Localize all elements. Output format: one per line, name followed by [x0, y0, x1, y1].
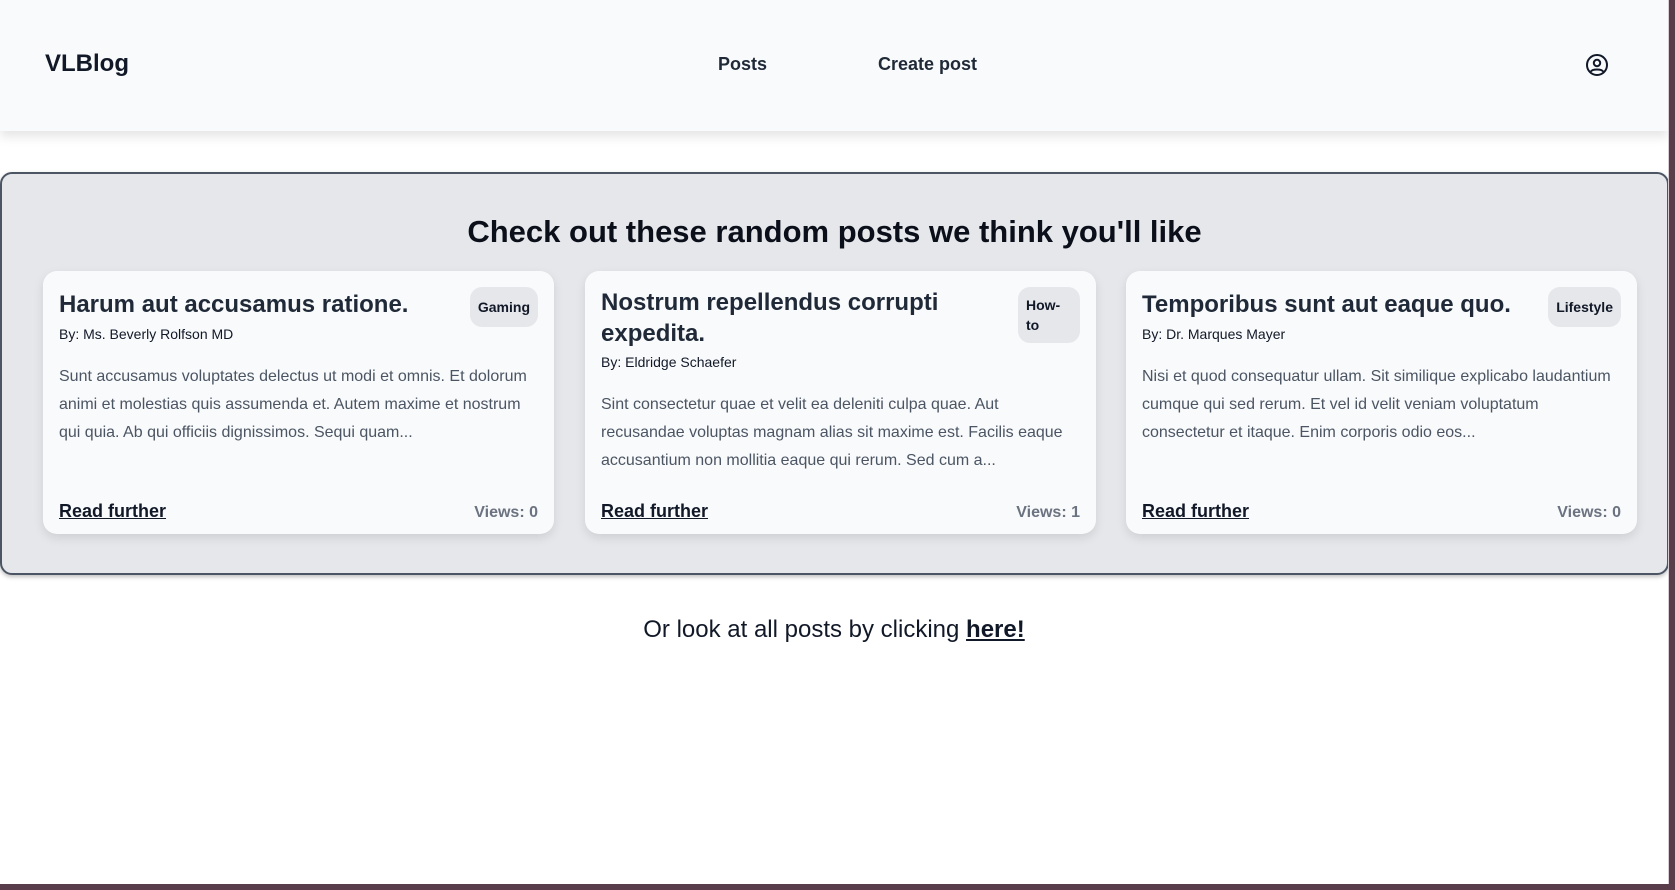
featured-section-title: Check out these random posts we think yo… — [467, 214, 1202, 249]
post-card: Nostrum repellendus corrupti expedita. H… — [585, 271, 1096, 534]
post-title: Nostrum repellendus corrupti expedita. — [601, 289, 939, 347]
post-title: Harum aut accusamus ratione. — [59, 291, 409, 318]
site-header: VLBlog Posts Create post — [0, 0, 1668, 131]
nav-create-post-link[interactable]: Create post — [878, 54, 977, 75]
post-views: Views: 0 — [1557, 504, 1621, 521]
post-views: Views: 0 — [474, 504, 538, 521]
post-card: Temporibus sunt aut eaque quo. Lifestyle… — [1126, 271, 1637, 534]
read-further-link[interactable]: Read further — [601, 501, 708, 522]
user-circle-icon[interactable] — [1585, 53, 1609, 77]
all-posts-link[interactable]: here! — [966, 616, 1025, 643]
browser-window: VLBlog Posts Create post Check out these… — [0, 0, 1669, 884]
brand-logo[interactable]: VLBlog — [45, 50, 129, 78]
category-badge: Lifestyle — [1548, 287, 1621, 327]
post-title: Temporibus sunt aut eaque quo. — [1142, 291, 1511, 318]
post-views: Views: 1 — [1016, 504, 1080, 521]
all-posts-prompt: Or look at all posts by clicking here! — [0, 616, 1668, 644]
post-excerpt: Sint consectetur quae et velit ea deleni… — [601, 396, 1063, 469]
read-further-link[interactable]: Read further — [1142, 501, 1249, 522]
category-badge: How-to — [1018, 287, 1080, 343]
post-excerpt: Sunt accusamus voluptates delectus ut mo… — [59, 368, 527, 441]
all-posts-text: Or look at all posts by clicking — [643, 616, 967, 643]
featured-posts-section: Check out these random posts we think yo… — [0, 172, 1668, 575]
post-card: Harum aut accusamus ratione. Gaming By: … — [43, 271, 554, 534]
post-author: By: Ms. Beverly Rolfson MD — [59, 326, 234, 342]
category-badge: Gaming — [469, 287, 538, 327]
nav-posts-link[interactable]: Posts — [718, 54, 767, 75]
post-author: By: Eldridge Schaefer — [601, 354, 737, 370]
post-excerpt: Nisi et quod consequatur ullam. Sit simi… — [1142, 368, 1611, 441]
read-further-link[interactable]: Read further — [59, 501, 166, 522]
post-author: By: Dr. Marques Mayer — [1142, 326, 1286, 342]
